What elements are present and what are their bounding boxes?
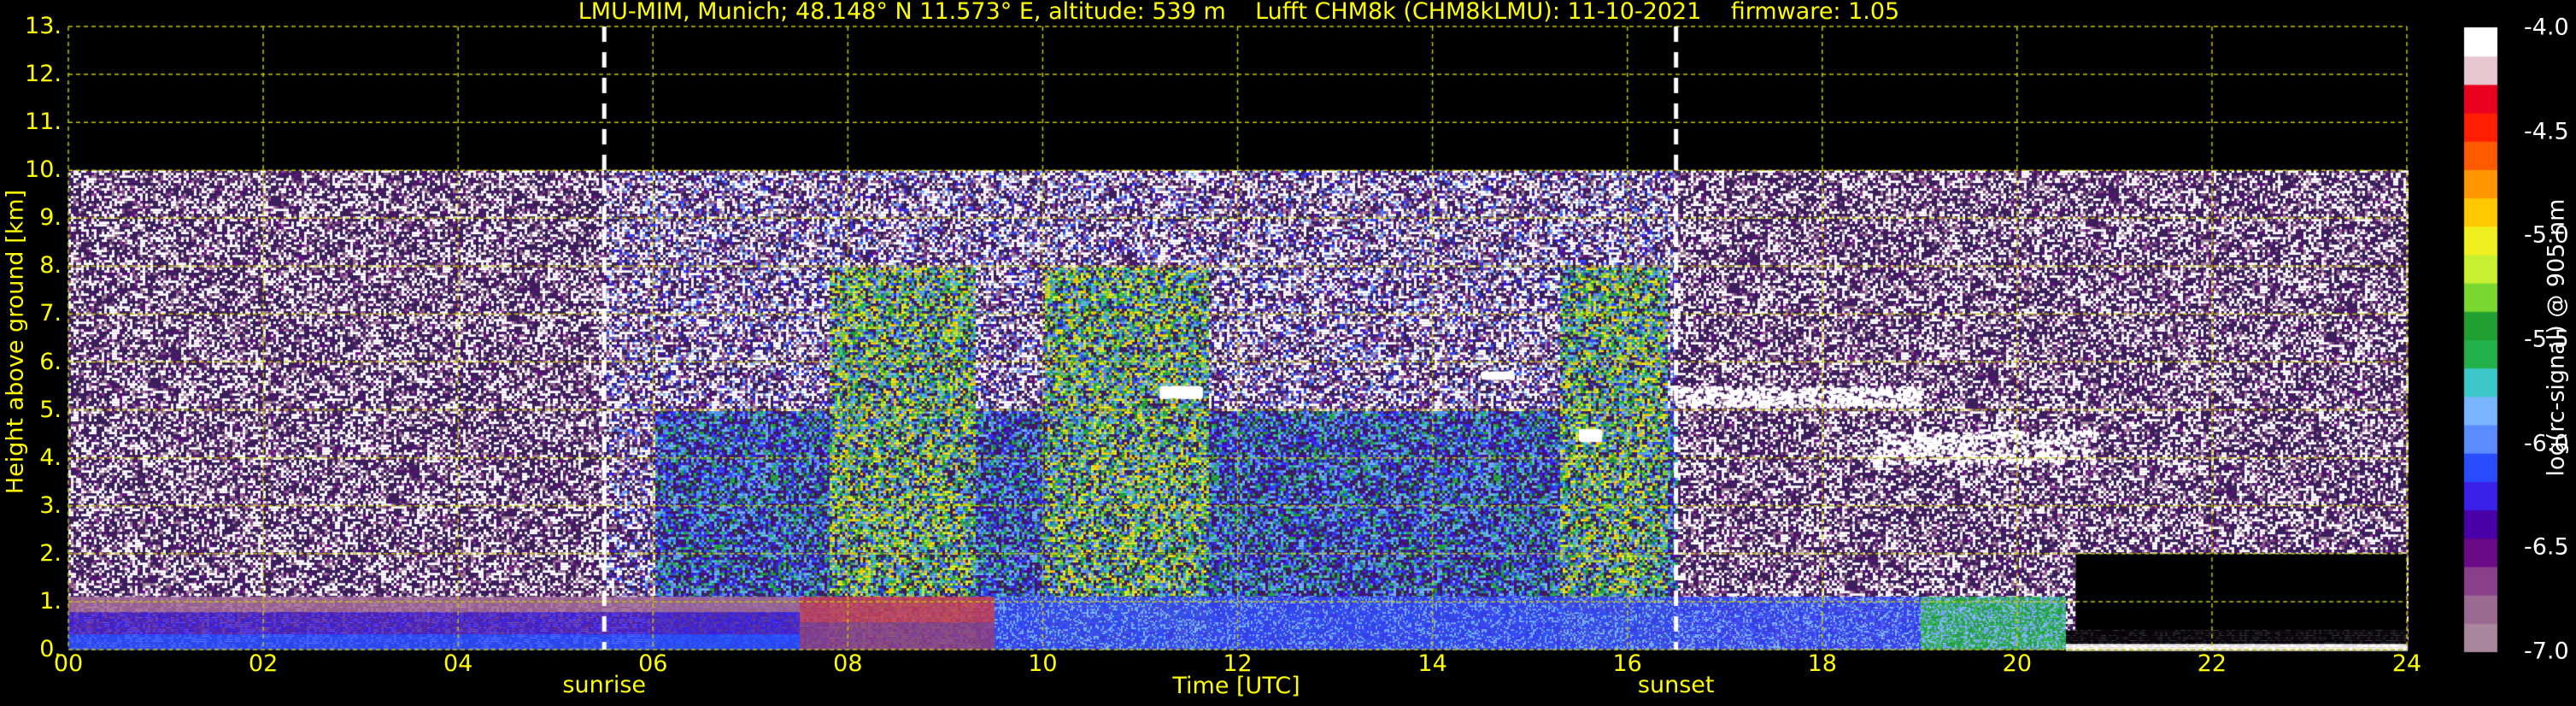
x-tick-label: 10: [1028, 650, 1058, 677]
y-tick-label: 4.: [39, 444, 62, 471]
x-tick-label: 24: [2391, 650, 2422, 677]
x-tick-label: 00: [53, 650, 84, 677]
y-tick-label: 13.: [25, 13, 62, 39]
y-tick-label: 2.: [39, 539, 62, 567]
x-tick-label: 08: [833, 650, 863, 677]
x-tick-label: 14: [1417, 650, 1447, 677]
y-tick-label: 10.: [25, 156, 62, 184]
y-tick-label: 1.: [39, 587, 62, 615]
y-tick-label: 8.: [39, 252, 62, 279]
sunrise-label: sunrise: [562, 672, 647, 698]
x-tick-label: 22: [2197, 650, 2227, 677]
x-tick-label: 02: [248, 650, 279, 677]
y-tick-label: 5.: [39, 396, 62, 423]
colorbar-tick-label: -6.5: [2524, 533, 2569, 561]
x-tick-label: 04: [443, 650, 473, 677]
x-tick-label: 18: [1807, 650, 1837, 677]
colorbar-tick-label: -4.5: [2524, 118, 2569, 145]
chart-title: LMU-MIM, Munich; 48.148° N 11.573° E, al…: [578, 0, 1900, 25]
y-tick-label: 12.: [25, 61, 62, 88]
y-tick-label: 3.: [39, 491, 62, 519]
y-tick-label: 7.: [39, 300, 62, 327]
x-tick-label: 20: [2002, 650, 2033, 677]
x-tick-label: 12: [1223, 650, 1253, 677]
colorbar-tick-label: -6.0: [2524, 430, 2569, 457]
y-tick-label: 9.: [39, 204, 62, 232]
colorbar-tick-label: -5.0: [2524, 221, 2569, 249]
y-tick-label: 0.: [39, 636, 62, 662]
sunset-label: sunset: [1637, 672, 1715, 698]
ceilometer-heatmap: [0, 0, 2576, 706]
colorbar-tick-label: -5.5: [2524, 326, 2569, 353]
colorbar-tick-label: -4.0: [2524, 14, 2569, 41]
y-tick-label: 11.: [25, 109, 62, 136]
colorbar-tick-label: -7.0: [2524, 638, 2569, 665]
y-tick-label: 6.: [39, 348, 62, 375]
